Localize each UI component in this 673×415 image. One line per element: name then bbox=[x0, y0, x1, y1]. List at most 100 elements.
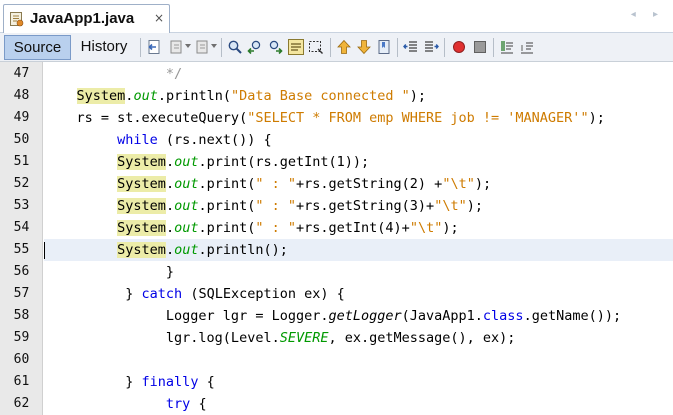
editor-tab-bar: JavaApp1.java × ◂ ▸ bbox=[0, 0, 673, 34]
find-previous-icon[interactable] bbox=[247, 39, 263, 55]
line-number[interactable]: 62 bbox=[0, 393, 43, 415]
source-view-button[interactable]: Source bbox=[4, 35, 71, 60]
code-token-plain: . bbox=[165, 220, 175, 236]
code-line[interactable]: */ bbox=[44, 63, 673, 85]
line-number[interactable]: 60 bbox=[0, 349, 43, 371]
line-number[interactable]: 56 bbox=[0, 261, 43, 283]
close-tab-icon[interactable]: × bbox=[154, 11, 164, 25]
code-token-plain: +rs.getString(3)+ bbox=[296, 198, 435, 214]
code-token-comment: */ bbox=[44, 66, 183, 82]
code-token-plain: lgr.log(Level. bbox=[44, 330, 280, 346]
code-editor[interactable]: */ System.out.println("Data Base connect… bbox=[44, 62, 673, 415]
code-text: rs = st.executeQuery("SELECT * FROM emp … bbox=[44, 107, 605, 129]
code-token-plain: rs = st.executeQuery( bbox=[44, 110, 248, 126]
tab-scroll-arrows[interactable]: ◂ ▸ bbox=[631, 9, 665, 20]
code-token-system: System bbox=[117, 176, 166, 192]
code-text: lgr.log(Level.SEVERE, ex.getMessage(), e… bbox=[44, 327, 516, 349]
line-number[interactable]: 53 bbox=[0, 195, 43, 217]
next-bookmark-icon[interactable] bbox=[356, 39, 372, 55]
code-line[interactable]: lgr.log(Level.SEVERE, ex.getMessage(), e… bbox=[44, 327, 673, 349]
code-token-plain: . bbox=[165, 198, 175, 214]
code-token-plain: } bbox=[44, 374, 142, 390]
code-text: System.out.println("Data Base connected … bbox=[44, 85, 426, 107]
find-selection-icon[interactable] bbox=[227, 39, 243, 55]
code-token-field: out bbox=[174, 198, 199, 214]
code-token-keyword: catch bbox=[141, 286, 183, 302]
code-text: } bbox=[44, 261, 174, 283]
line-number[interactable]: 48 bbox=[0, 85, 43, 107]
code-token-string: "\t" bbox=[434, 198, 467, 214]
forward-history-dropdown[interactable] bbox=[211, 44, 217, 48]
code-line[interactable]: rs = st.executeQuery("SELECT * FROM emp … bbox=[44, 107, 673, 129]
code-line[interactable]: System.out.print(" : "+rs.getString(2) +… bbox=[44, 173, 673, 195]
code-token-plain: (rs.next()) { bbox=[157, 132, 272, 148]
history-view-button[interactable]: History bbox=[74, 35, 134, 60]
previous-bookmark-icon[interactable] bbox=[336, 39, 352, 55]
line-number[interactable]: 55 bbox=[0, 239, 43, 261]
shift-line-left-icon[interactable] bbox=[403, 39, 419, 55]
code-line[interactable]: System.out.print(" : "+rs.getString(3)+"… bbox=[44, 195, 673, 217]
stop-macro-recording-icon[interactable] bbox=[472, 39, 488, 55]
code-token-field: SEVERE bbox=[279, 330, 329, 346]
line-number[interactable]: 51 bbox=[0, 151, 43, 173]
code-line[interactable]: } bbox=[44, 261, 673, 283]
find-next-icon[interactable] bbox=[267, 39, 283, 55]
code-line[interactable]: while (rs.next()) { bbox=[44, 129, 673, 151]
code-token-plain: +rs.getString(2) + bbox=[296, 176, 443, 192]
java-file-icon bbox=[10, 12, 24, 27]
code-line[interactable]: System.out.print(" : "+rs.getInt(4)+"\t"… bbox=[44, 217, 673, 239]
file-tab-title: JavaApp1.java bbox=[30, 10, 135, 27]
code-line[interactable] bbox=[44, 349, 673, 371]
comment-icon[interactable] bbox=[499, 39, 515, 55]
code-token-plain: . bbox=[165, 242, 175, 258]
line-number[interactable]: 57 bbox=[0, 283, 43, 305]
code-token-plain: { bbox=[190, 396, 207, 412]
code-token-plain: .print(rs.getInt(1)); bbox=[198, 154, 370, 170]
line-number[interactable]: 58 bbox=[0, 305, 43, 327]
code-token-plain: (SQLException ex) { bbox=[182, 286, 345, 302]
line-number[interactable]: 49 bbox=[0, 107, 43, 129]
code-token-string: " : " bbox=[255, 176, 297, 192]
back-icon[interactable] bbox=[168, 39, 184, 55]
forward-icon[interactable] bbox=[194, 39, 210, 55]
code-token-plain: . bbox=[165, 176, 175, 192]
code-text: */ bbox=[44, 63, 182, 85]
start-macro-recording-icon[interactable] bbox=[451, 39, 467, 55]
code-token-plain: .println(); bbox=[198, 242, 288, 258]
code-line[interactable]: } finally { bbox=[44, 371, 673, 393]
code-line[interactable]: try { bbox=[44, 393, 673, 415]
code-token-string: "\t" bbox=[442, 176, 475, 192]
toggle-rectangular-selection-icon[interactable] bbox=[308, 39, 324, 55]
line-number[interactable]: 52 bbox=[0, 173, 43, 195]
toolbar-separator bbox=[444, 38, 445, 57]
code-token-system: System bbox=[117, 154, 166, 170]
line-number[interactable]: 47 bbox=[0, 63, 43, 85]
code-text: while (rs.next()) { bbox=[44, 129, 272, 151]
file-tab-javaapp1[interactable]: JavaApp1.java × bbox=[3, 4, 170, 34]
shift-line-right-icon[interactable] bbox=[423, 39, 439, 55]
line-number[interactable]: 59 bbox=[0, 327, 43, 349]
toggle-highlight-search-icon[interactable] bbox=[288, 39, 304, 55]
toggle-bookmark-icon[interactable] bbox=[376, 39, 392, 55]
code-line[interactable]: System.out.println("Data Base connected … bbox=[44, 85, 673, 107]
code-line[interactable]: Logger lgr = Logger.getLogger(JavaApp1.c… bbox=[44, 305, 673, 327]
code-token-plain: (JavaApp1. bbox=[401, 308, 483, 324]
code-token-plain: .getName()); bbox=[523, 308, 622, 324]
code-token-plain: Logger lgr = Logger. bbox=[44, 308, 329, 324]
toolbar-separator bbox=[493, 38, 494, 57]
line-number[interactable]: 61 bbox=[0, 371, 43, 393]
code-token-keyword: finally bbox=[141, 374, 199, 390]
code-token-plain: } bbox=[44, 286, 142, 302]
line-number[interactable]: 50 bbox=[0, 129, 43, 151]
code-line[interactable]: } catch (SQLException ex) { bbox=[44, 283, 673, 305]
code-token-system: System bbox=[76, 88, 126, 104]
line-number[interactable]: 54 bbox=[0, 217, 43, 239]
uncomment-icon[interactable] bbox=[519, 39, 535, 55]
code-line[interactable]: System.out.print(rs.getInt(1)); bbox=[44, 151, 673, 173]
last-edit-icon[interactable] bbox=[147, 39, 163, 55]
current-code-line[interactable]: System.out.println(); bbox=[44, 239, 673, 261]
toolbar-separator bbox=[397, 38, 398, 57]
back-history-dropdown[interactable] bbox=[185, 44, 191, 48]
